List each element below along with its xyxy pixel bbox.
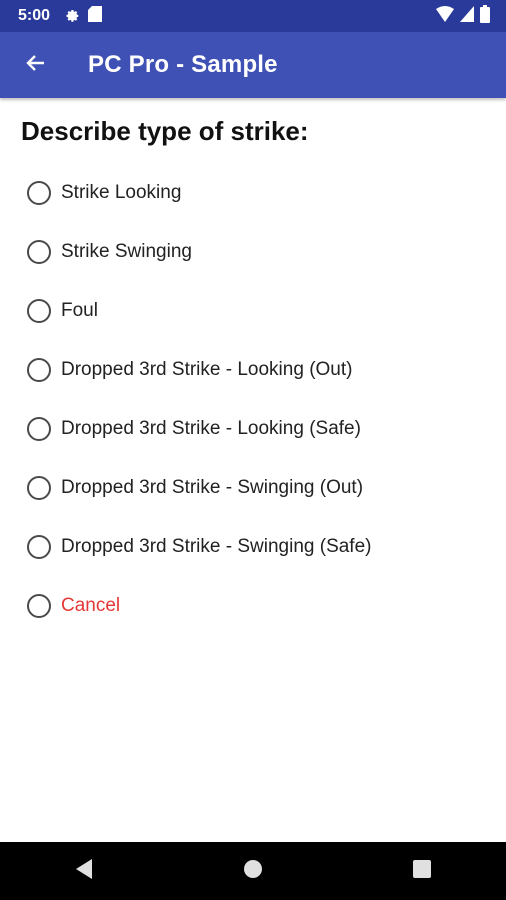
radio-button-icon[interactable] <box>27 416 51 441</box>
navigation-bar <box>0 842 506 900</box>
radio-button-icon[interactable] <box>27 239 51 264</box>
radio-button-icon[interactable] <box>27 357 51 382</box>
radio-button-icon[interactable] <box>27 475 51 500</box>
home-circle-icon <box>243 859 263 884</box>
option-dropped-looking-safe[interactable]: Dropped 3rd Strike - Looking (Safe) <box>0 399 506 458</box>
cell-signal-icon <box>460 5 474 27</box>
option-label: Dropped 3rd Strike - Looking (Safe) <box>61 417 361 439</box>
radio-button-icon[interactable] <box>27 180 51 205</box>
status-time: 5:00 <box>18 7 51 24</box>
nav-home-button[interactable] <box>223 842 283 900</box>
option-cancel[interactable]: Cancel <box>0 576 506 635</box>
nav-recents-button[interactable] <box>392 842 452 900</box>
dialog-content: Describe type of strike: Strike Looking … <box>0 98 506 635</box>
option-label: Dropped 3rd Strike - Swinging (Safe) <box>61 535 372 557</box>
status-right-icons <box>436 4 490 28</box>
option-strike-swinging[interactable]: Strike Swinging <box>0 222 506 281</box>
option-label: Dropped 3rd Strike - Swinging (Out) <box>61 476 364 498</box>
option-label: Foul <box>61 299 98 321</box>
nav-back-button[interactable] <box>54 842 114 900</box>
question-heading: Describe type of strike: <box>21 116 309 146</box>
status-bar: 5:00 <box>0 0 506 32</box>
option-strike-looking[interactable]: Strike Looking <box>0 163 506 222</box>
option-dropped-swinging-out[interactable]: Dropped 3rd Strike - Swinging (Out) <box>0 458 506 517</box>
arrow-back-icon <box>24 51 48 80</box>
battery-icon <box>480 4 490 28</box>
option-label: Strike Looking <box>61 181 182 203</box>
settings-icon <box>64 6 80 27</box>
sd-card-icon <box>88 5 103 27</box>
option-dropped-looking-out[interactable]: Dropped 3rd Strike - Looking (Out) <box>0 340 506 399</box>
back-triangle-icon <box>74 858 94 885</box>
option-label: Strike Swinging <box>61 240 192 262</box>
app-bar: PC Pro - Sample <box>0 32 506 98</box>
option-dropped-swinging-safe[interactable]: Dropped 3rd Strike - Swinging (Safe) <box>0 517 506 576</box>
option-foul[interactable]: Foul <box>0 281 506 340</box>
option-label: Dropped 3rd Strike - Looking (Out) <box>61 358 353 380</box>
app-title: PC Pro - Sample <box>88 51 278 78</box>
radio-button-icon[interactable] <box>27 593 51 618</box>
radio-button-icon[interactable] <box>27 534 51 559</box>
status-left-icons <box>64 5 103 27</box>
wifi-icon <box>436 5 454 27</box>
back-button[interactable] <box>14 43 58 87</box>
option-label: Cancel <box>61 594 121 616</box>
recents-square-icon <box>412 859 431 883</box>
radio-button-icon[interactable] <box>27 298 51 323</box>
radio-group: Strike Looking Strike Swinging Foul Drop… <box>0 163 506 635</box>
